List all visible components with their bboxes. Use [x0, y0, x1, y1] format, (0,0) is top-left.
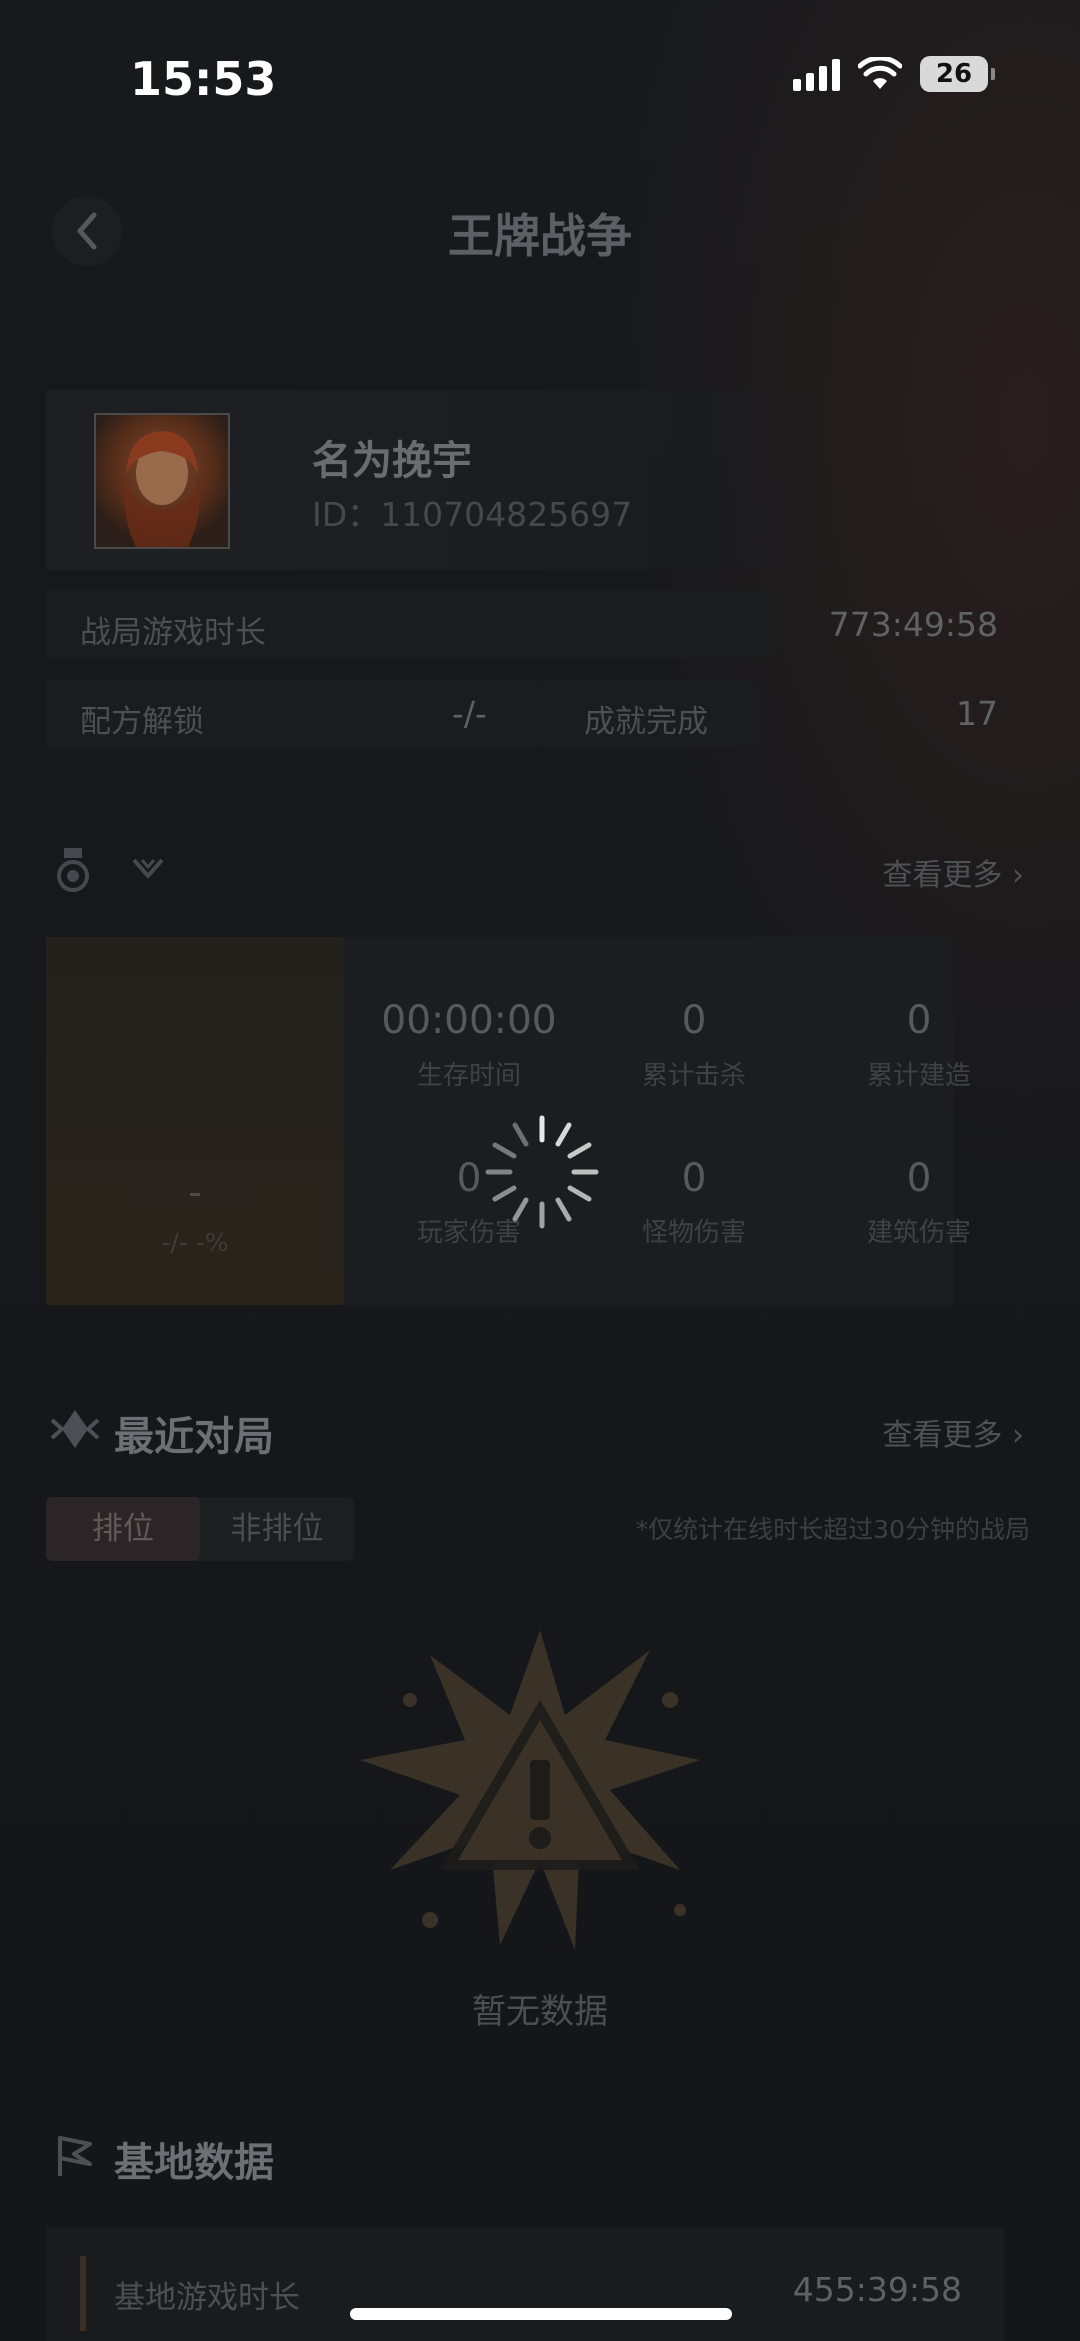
stat-building-damage: 0 [906, 1156, 932, 1201]
chevron-right-icon: › [1012, 1418, 1024, 1453]
tab-unranked[interactable]: 非排位 [200, 1497, 354, 1561]
recent-matches-title: 最近对局 [114, 1414, 274, 1460]
stat-kills: 0 [681, 998, 707, 1043]
home-indicator[interactable] [350, 2308, 732, 2320]
player-id: ID：110704825697 [312, 495, 633, 534]
battery-indicator: 26 [920, 56, 995, 92]
wifi-icon [858, 57, 902, 89]
rank-percent: -/- -% [161, 1228, 229, 1257]
status-time: 15:53 [130, 52, 277, 106]
tab-ranked[interactable]: 排位 [46, 1497, 200, 1561]
flag-icon [58, 2136, 92, 2176]
season-stats-panel [344, 937, 954, 1305]
status-icons: 26 [793, 56, 995, 92]
base-playtime-label: 基地游戏时长 [114, 2280, 300, 2316]
chevron-down-icon[interactable] [130, 856, 166, 884]
loading-spinner-icon [485, 1115, 599, 1229]
stat-monster-damage-label: 怪物伤害 [641, 1218, 746, 1248]
stat-builds-label: 累计建造 [866, 1061, 971, 1091]
stat-kills-label: 累计击杀 [641, 1061, 746, 1091]
empty-state-text: 暂无数据 [472, 1992, 608, 2032]
recent-more-label: 查看更多 [882, 1418, 1003, 1453]
base-data-title: 基地数据 [114, 2140, 274, 2186]
page-title: 王牌战争 [448, 209, 632, 263]
avatar[interactable] [94, 413, 230, 549]
warning-icon [360, 1630, 700, 1950]
stats-note: *仅统计在线时长超过30分钟的战局 [635, 1515, 1030, 1544]
medal-icon [57, 848, 89, 892]
match-type-tabs: 排位 非排位 [46, 1497, 354, 1561]
crossed-swords-icon [50, 1410, 100, 1448]
base-row-accent [80, 2256, 86, 2331]
stat-builds: 0 [906, 998, 932, 1043]
achieve-label: 成就完成 [584, 704, 708, 740]
playtime-value: 773:49:58 [828, 605, 998, 644]
stat-survival-time-label: 生存时间 [416, 1061, 521, 1091]
recent-more-link[interactable]: 查看更多 › [882, 1410, 1024, 1454]
stat-survival-time: 00:00:00 [381, 998, 557, 1043]
recipe-value: -/- [452, 694, 487, 733]
achieve-value: 17 [956, 694, 998, 733]
stat-building-damage-label: 建筑伤害 [866, 1218, 971, 1248]
recipe-label: 配方解锁 [80, 704, 204, 740]
cellular-signal-icon [793, 57, 840, 91]
base-playtime-value: 455:39:58 [792, 2270, 962, 2309]
chevron-right-icon: › [1012, 858, 1024, 893]
playtime-label: 战局游戏时长 [80, 615, 266, 651]
stat-monster-damage: 0 [681, 1156, 707, 1201]
rank-value: - [188, 1170, 202, 1214]
season-more-label: 查看更多 [882, 858, 1003, 893]
player-name: 名为挽宇 [312, 438, 472, 484]
season-more-link[interactable]: 查看更多 › [882, 850, 1024, 894]
